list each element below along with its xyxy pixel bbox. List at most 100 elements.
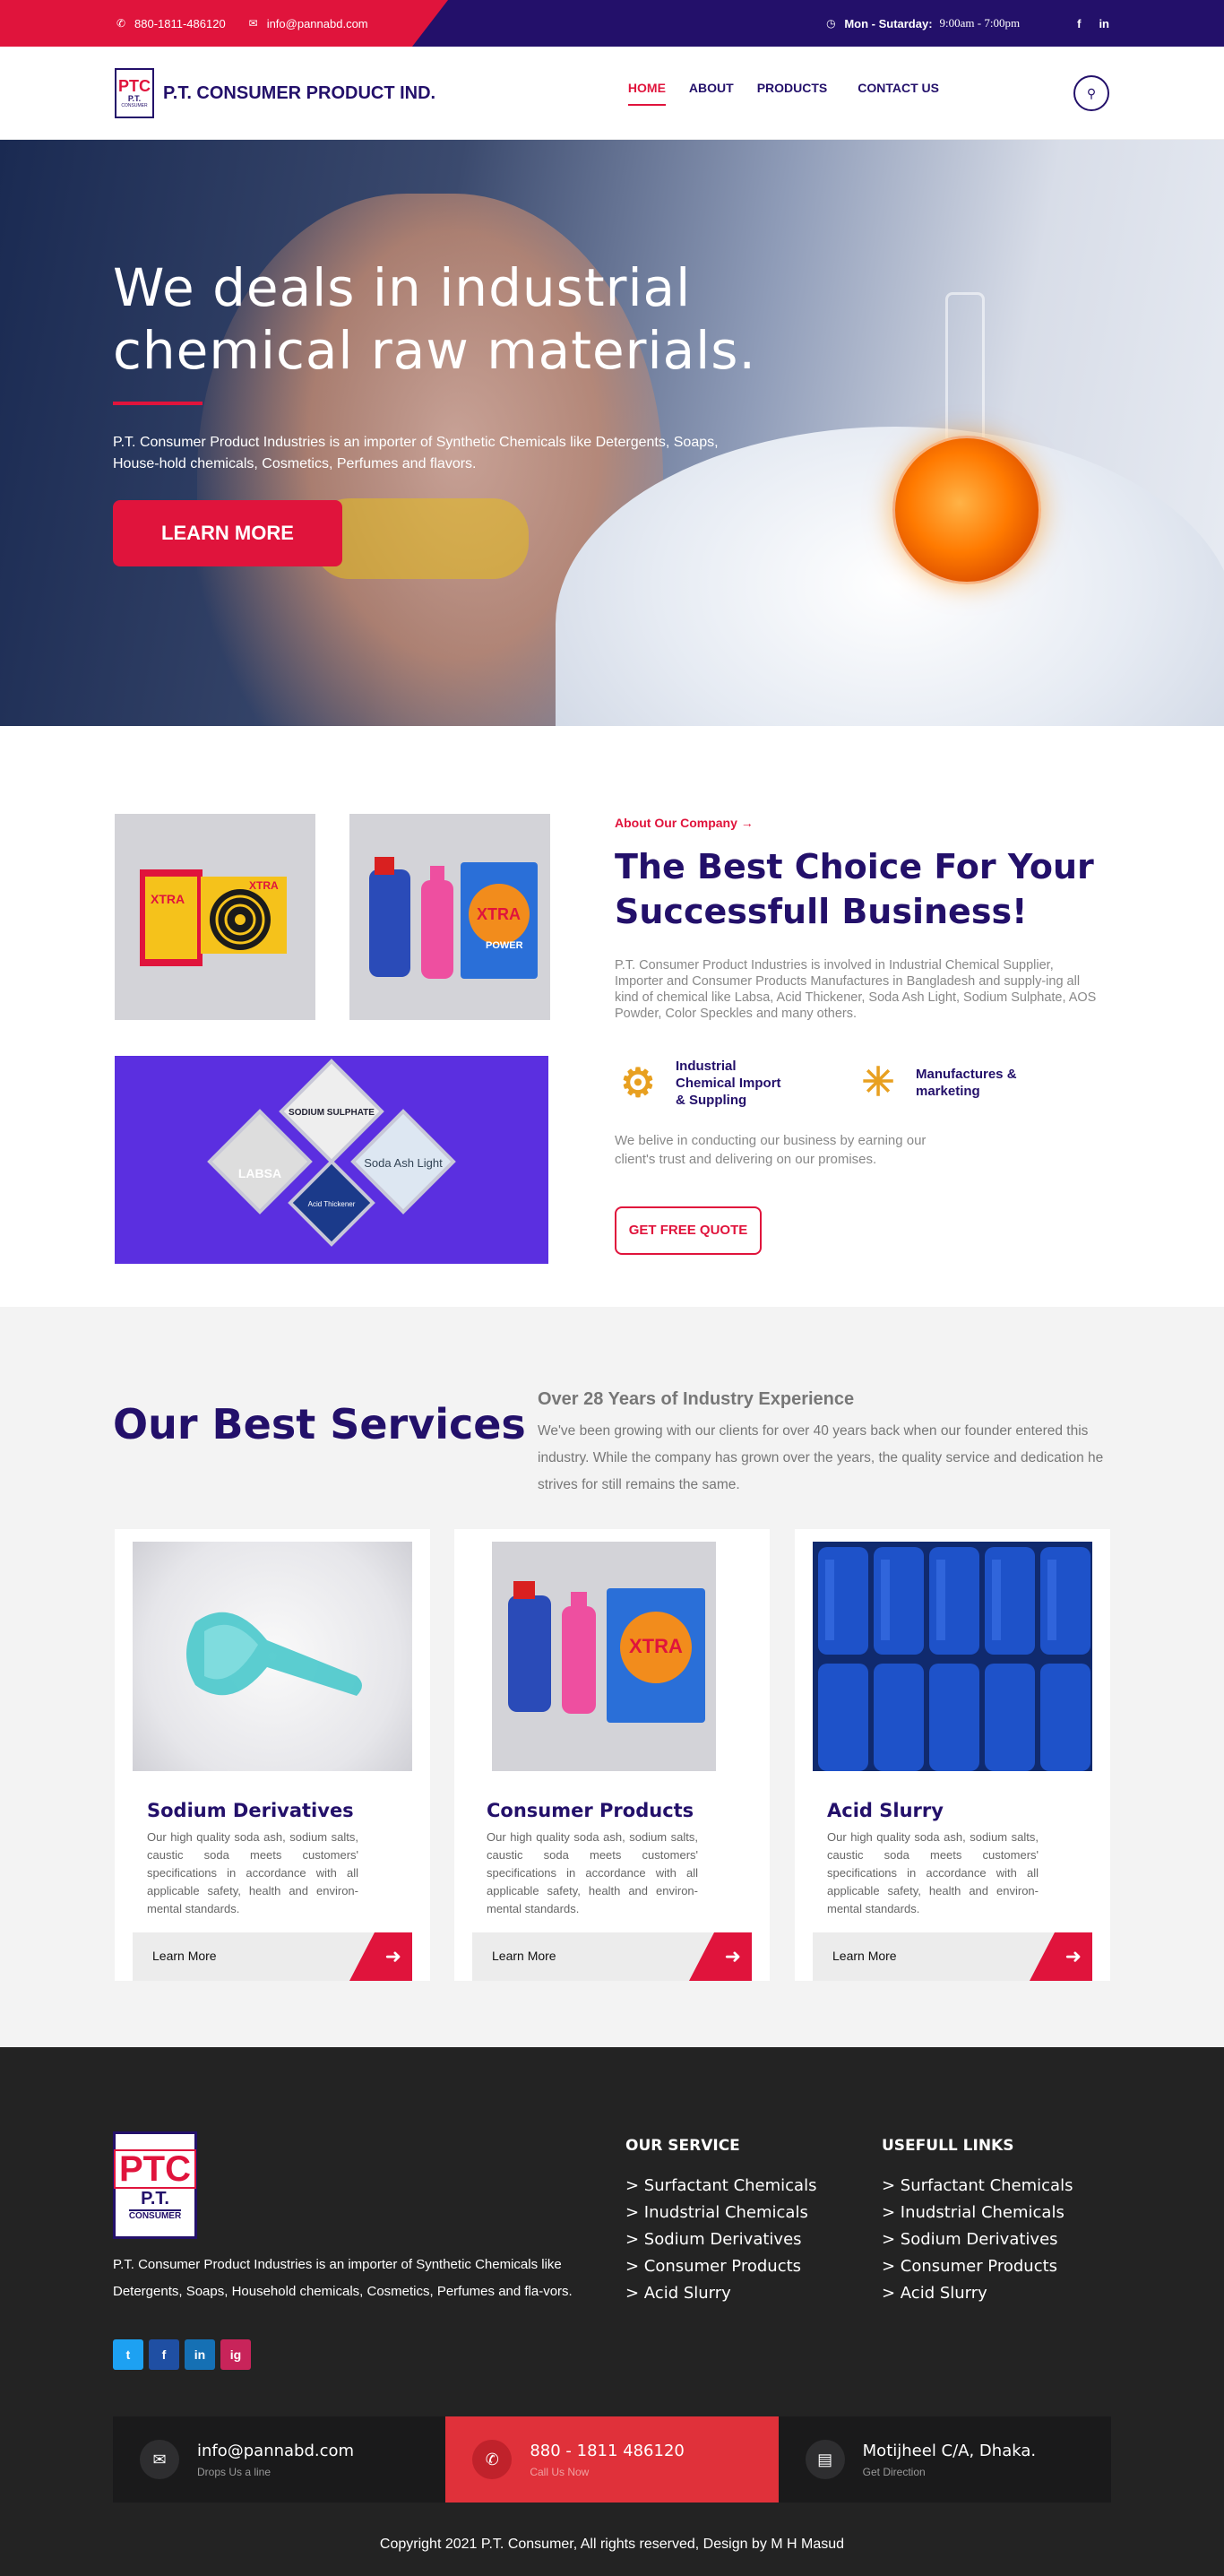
service-text: Our high quality soda ash, sodium salts,…: [487, 1830, 698, 1915]
brand-name[interactable]: P.T. CONSUMER PRODUCT IND.: [163, 83, 435, 104]
search-button[interactable]: ⚲: [1073, 75, 1109, 111]
clock-icon: ◷: [826, 17, 836, 30]
service-image-acid: [813, 1542, 1092, 1771]
hero-title: We deals in industrial chemical raw mate…: [113, 257, 756, 381]
hero-banner: We deals in industrial chemical raw mate…: [0, 140, 1224, 726]
services-text: We've been growing with our clients for …: [538, 1423, 1104, 1492]
svg-text:XTRA: XTRA: [629, 1635, 683, 1657]
diamond-label: Acid Thickener: [308, 1200, 356, 1208]
contact-email[interactable]: ✉ info@pannabd.com Drops Us a line: [113, 2416, 446, 2503]
nav-about[interactable]: ABOUT: [689, 81, 734, 106]
about-description: P.T. Consumer Product Industries is invo…: [615, 958, 1097, 1021]
footer-social: t f in ig: [113, 2339, 251, 2370]
footer-link[interactable]: > Consumer Products: [625, 2253, 816, 2280]
contact-address[interactable]: ▤ Motijheel C/A, Dhaka. Get Direction: [778, 2416, 1111, 2503]
service-card: XTRA Consumer Products Our high quality …: [454, 1529, 770, 1981]
feature-manufacture: ✳ Manufactures & marketing: [853, 1058, 1032, 1108]
learn-more-link[interactable]: Learn More ➜: [133, 1932, 412, 1981]
service-title: Consumer Products: [487, 1800, 694, 1821]
footer-link[interactable]: > Sodium Derivatives: [882, 2226, 1073, 2253]
service-text: Our high quality soda ash, sodium salts,…: [147, 1830, 358, 1915]
service-title: Sodium Derivatives: [147, 1800, 354, 1821]
instagram-icon[interactable]: ig: [220, 2339, 251, 2370]
nav-products[interactable]: PRODUCTS: [757, 81, 828, 106]
service-title: Acid Slurry: [827, 1800, 944, 1821]
nav-home[interactable]: HOME: [627, 81, 666, 106]
svg-text:XTRA: XTRA: [151, 892, 185, 906]
learn-more-button[interactable]: LEARN MORE: [113, 500, 342, 566]
arrow-right-icon: ➜: [1030, 1932, 1092, 1981]
footer-links-column: USEFULL LINKS > Surfactant Chemicals > I…: [882, 2137, 1073, 2307]
footer-services-column: OUR SERVICE > Surfactant Chemicals > Inu…: [625, 2137, 816, 2307]
diamond-label: Soda Ash Light: [364, 1156, 443, 1170]
footer-link[interactable]: > Inudstrial Chemicals: [625, 2200, 816, 2226]
contact-strip: ✉ info@pannabd.com Drops Us a line ✆ 880…: [113, 2416, 1111, 2503]
opening-hours: ◷ Mon - Sutarday: 9:00am - 7:00pm: [826, 16, 1021, 30]
linkedin-icon[interactable]: in: [185, 2339, 215, 2370]
about-title: The Best Choice For Your Successfull Bus…: [615, 847, 1094, 931]
learn-more-link[interactable]: Learn More ➜: [472, 1932, 752, 1981]
envelope-icon: ✉: [140, 2440, 179, 2479]
hero-image-flask: [892, 436, 1041, 584]
footer-link[interactable]: > Sodium Derivatives: [625, 2226, 816, 2253]
copyright: Copyright 2021 P.T. Consumer, All rights…: [379, 2537, 845, 2552]
hero-image-flask-neck: [945, 292, 985, 445]
footer-link[interactable]: > Consumer Products: [882, 2253, 1073, 2280]
services-section: Our Best Services Over 28 Years of Indus…: [0, 1307, 1224, 2047]
service-card: Sodium Derivatives Our high quality soda…: [115, 1529, 430, 1981]
hero-divider: [113, 402, 203, 405]
arrow-right-icon: ➜: [689, 1932, 752, 1981]
footer-col-title: OUR SERVICE: [625, 2137, 740, 2155]
address-card-icon: ▤: [805, 2440, 845, 2479]
email-link[interactable]: ✉ info@pannabd.com: [247, 17, 368, 30]
footer-link[interactable]: > Surfactant Chemicals: [882, 2173, 1073, 2200]
footer-link[interactable]: > Acid Slurry: [625, 2280, 816, 2307]
about-section: XTRA XTRA XTRA POWER SODIUM SULPHATE LAB…: [0, 726, 1224, 1307]
network-icon: ✳: [861, 1060, 895, 1104]
arrow-right-icon: ➜: [349, 1932, 412, 1981]
hero-text: P.T. Consumer Product Industries is an i…: [113, 435, 719, 471]
nav-menu: HOME ABOUT PRODUCTS CONTACT US: [627, 81, 939, 106]
phone-icon: ✆: [472, 2440, 513, 2479]
logo[interactable]: PTC P.T. CONSUMER: [115, 68, 154, 118]
diamond-label: SODIUM SULPHATE: [289, 1108, 375, 1118]
footer-description: P.T. Consumer Product Industries is an i…: [113, 2257, 573, 2299]
contact-phone[interactable]: ✆ 880 - 1811 486120 Call Us Now: [445, 2416, 779, 2503]
diamond-label: LABSA: [238, 1166, 281, 1180]
import-supply-icon: ⚙: [620, 1060, 656, 1105]
product-image-coil: XTRA XTRA: [115, 814, 315, 1020]
about-tag[interactable]: About Our Company →: [615, 816, 754, 830]
facebook-icon[interactable]: f: [149, 2339, 179, 2370]
footer-logo[interactable]: PTC P.T. CONSUMER: [113, 2131, 197, 2239]
about-trust-text: We belive in conducting our business by …: [615, 1133, 927, 1167]
footer-link[interactable]: > Inudstrial Chemicals: [882, 2200, 1073, 2226]
product-image-chemicals: SODIUM SULPHATE LABSA Soda Ash Light Aci…: [115, 1056, 548, 1264]
service-image-consumer: XTRA: [472, 1542, 752, 1771]
services-title: Our Best Services: [113, 1400, 526, 1448]
search-icon: ⚲: [1086, 85, 1097, 100]
nav-contact[interactable]: CONTACT US: [858, 81, 939, 106]
footer-col-title: USEFULL LINKS: [882, 2137, 1014, 2155]
phone-link[interactable]: ✆ 880-1811-486120: [115, 17, 226, 30]
footer-link[interactable]: > Surfactant Chemicals: [625, 2173, 816, 2200]
learn-more-link[interactable]: Learn More ➜: [813, 1932, 1092, 1981]
phone-icon: ✆: [116, 17, 126, 30]
footer: PTC P.T. CONSUMER P.T. Consumer Product …: [0, 2047, 1224, 2576]
twitter-icon[interactable]: t: [113, 2339, 143, 2370]
facebook-icon[interactable]: f: [1077, 17, 1081, 30]
service-image-sodium: [133, 1542, 412, 1771]
svg-text:XTRA: XTRA: [249, 879, 279, 892]
feature-import: ⚙ Industrial Chemical Import & Suppling: [613, 1058, 792, 1109]
svg-text:POWER: POWER: [486, 940, 523, 951]
top-bar: ✆ 880-1811-486120 ✉ info@pannabd.com ◷ M…: [0, 0, 1224, 47]
footer-link[interactable]: > Acid Slurry: [882, 2280, 1073, 2307]
linkedin-icon[interactable]: in: [1099, 17, 1109, 30]
services-subtitle: Over 28 Years of Industry Experience: [538, 1389, 855, 1409]
envelope-icon: ✉: [248, 17, 258, 30]
service-card: Acid Slurry Our high quality soda ash, s…: [795, 1529, 1110, 1981]
product-image-bottles: XTRA POWER: [349, 814, 550, 1020]
svg-text:XTRA: XTRA: [477, 905, 521, 923]
get-quote-button[interactable]: GET FREE QUOTE: [615, 1206, 762, 1255]
service-text: Our high quality soda ash, sodium salts,…: [827, 1830, 1039, 1915]
main-nav: PTC P.T. CONSUMER P.T. CONSUMER PRODUCT …: [0, 47, 1224, 140]
